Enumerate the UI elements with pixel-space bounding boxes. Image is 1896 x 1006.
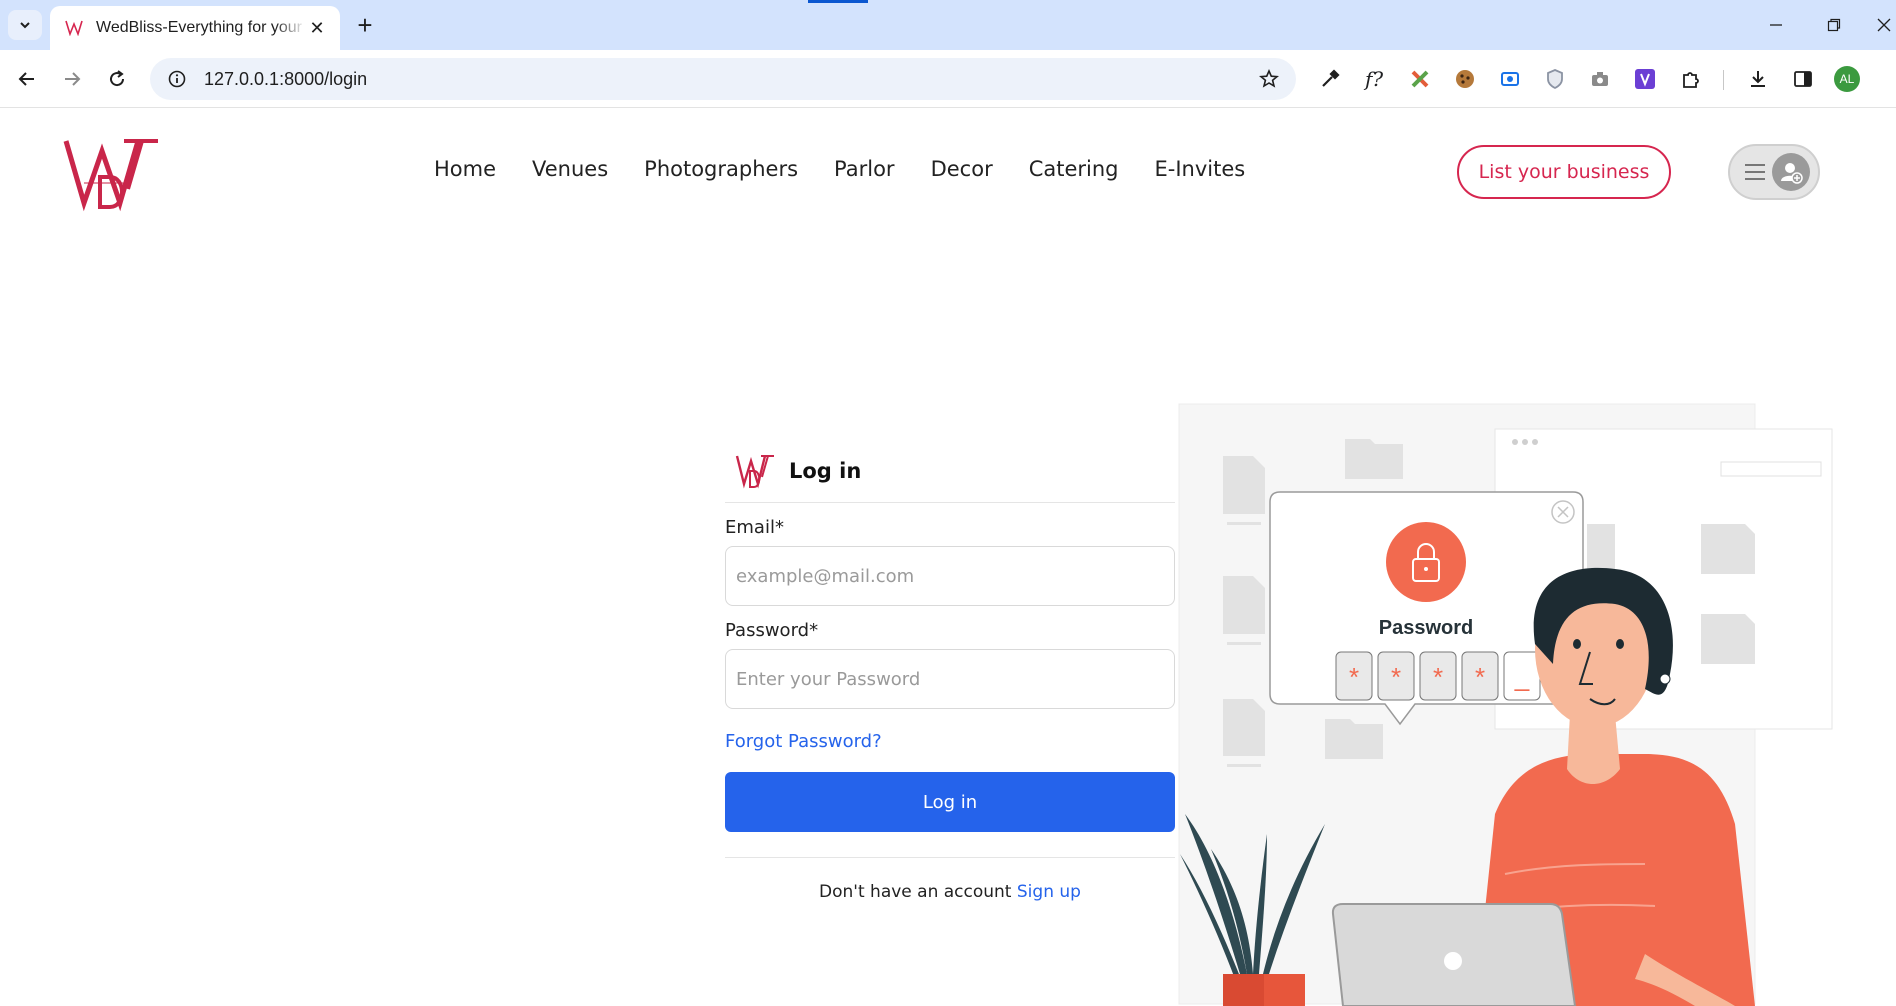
pin-char-1: * — [1349, 662, 1359, 692]
minimize-button[interactable] — [1756, 8, 1796, 42]
password-illustration: Password * * * * _ — [1178, 403, 1833, 1006]
close-tab-icon[interactable]: ✕ — [306, 17, 328, 39]
password-field-wrapper — [725, 649, 1175, 709]
nav-e-invites[interactable]: E-Invites — [1155, 157, 1246, 181]
minimize-icon — [1770, 24, 1782, 26]
close-icon — [1877, 18, 1891, 32]
screen-capture-extension-icon[interactable] — [1496, 65, 1524, 93]
webpage: Home Venues Photographers Parlor Decor C… — [0, 109, 1896, 1006]
pin-char-2: * — [1391, 662, 1401, 692]
nav-venues[interactable]: Venues — [532, 157, 608, 181]
list-your-business-button[interactable]: List your business — [1457, 145, 1671, 199]
tab-strip: WedBliss-Everything for your wedding ✕ + — [0, 0, 1896, 50]
tab-loading-indicator — [808, 0, 868, 3]
site-info-icon[interactable] — [164, 66, 190, 92]
font-identifier-extension-icon[interactable]: f? — [1360, 65, 1388, 93]
sign-up-link[interactable]: Sign up — [1017, 882, 1081, 902]
cookie-extension-icon[interactable] — [1451, 65, 1479, 93]
wedbliss-logo[interactable] — [62, 137, 162, 213]
forgot-password-link[interactable]: Forgot Password? — [725, 731, 1175, 752]
login-header: Log in — [725, 439, 1175, 503]
v-extension-icon[interactable] — [1631, 65, 1659, 93]
pin-char-4: * — [1475, 662, 1485, 692]
restore-button[interactable] — [1814, 8, 1854, 42]
profile-avatar[interactable]: AL — [1834, 66, 1860, 92]
side-panel-icon[interactable] — [1789, 65, 1817, 93]
nav-parlor[interactable]: Parlor — [834, 157, 895, 181]
hamburger-menu-icon — [1745, 164, 1765, 180]
new-tab-button[interactable]: + — [350, 10, 380, 40]
forward-arrow-icon — [65, 72, 81, 86]
forward-button[interactable] — [57, 64, 87, 94]
restore-icon — [1827, 18, 1841, 32]
illustration-password-title: Password — [1379, 617, 1473, 639]
url-text: 127.0.0.1:8000/login — [204, 68, 368, 89]
reload-icon — [110, 70, 125, 87]
login-form: Log in Email* Password* Forgot Password?… — [725, 439, 1175, 902]
browser-tab-active[interactable]: WedBliss-Everything for your wedding ✕ — [50, 6, 340, 50]
close-window-button[interactable] — [1864, 8, 1896, 42]
password-label: Password* — [725, 620, 819, 641]
no-account-text: Don't have an account — [819, 882, 1012, 902]
main-navigation: Home Venues Photographers Parlor Decor C… — [434, 157, 1281, 181]
address-bar[interactable]: 127.0.0.1:8000/login — [150, 58, 1296, 100]
reload-button[interactable] — [102, 64, 132, 94]
email-field-wrapper — [725, 546, 1175, 606]
back-arrow-icon — [18, 72, 34, 86]
password-field[interactable] — [736, 668, 1164, 690]
camera-extension-icon[interactable] — [1586, 65, 1614, 93]
nav-home[interactable]: Home — [434, 157, 496, 181]
login-title: Log in — [789, 458, 862, 483]
chevron-down-icon — [20, 22, 30, 29]
pin-char-3: * — [1433, 662, 1443, 692]
signup-prompt: Don't have an account Sign up — [725, 882, 1175, 902]
download-icon[interactable] — [1744, 65, 1772, 93]
wedbliss-mini-logo — [735, 454, 774, 488]
tab-search-button[interactable] — [8, 10, 42, 40]
eyedropper-extension-icon[interactable] — [1316, 65, 1344, 93]
nav-catering[interactable]: Catering — [1029, 157, 1119, 181]
login-submit-button[interactable]: Log in — [725, 772, 1175, 832]
shield-extension-icon[interactable] — [1541, 65, 1569, 93]
nav-decor[interactable]: Decor — [931, 157, 993, 181]
browser-toolbar: 127.0.0.1:8000/login f? AL — [0, 50, 1896, 108]
email-field[interactable] — [736, 565, 1164, 587]
colorful-x-extension-icon[interactable] — [1406, 65, 1434, 93]
nav-photographers[interactable]: Photographers — [644, 157, 798, 181]
wedbliss-favicon-icon — [64, 18, 84, 38]
form-divider — [725, 857, 1175, 858]
add-user-icon — [1772, 153, 1810, 191]
email-label: Email* — [725, 517, 784, 538]
back-button[interactable] — [12, 64, 42, 94]
extensions-puzzle-icon[interactable] — [1677, 65, 1705, 93]
toolbar-separator — [1723, 70, 1724, 90]
bookmark-star-icon[interactable] — [1256, 66, 1282, 92]
user-menu-toggle[interactable] — [1728, 144, 1820, 200]
tab-title: WedBliss-Everything for your wedding — [96, 19, 306, 36]
pin-char-5: _ — [1514, 662, 1530, 692]
